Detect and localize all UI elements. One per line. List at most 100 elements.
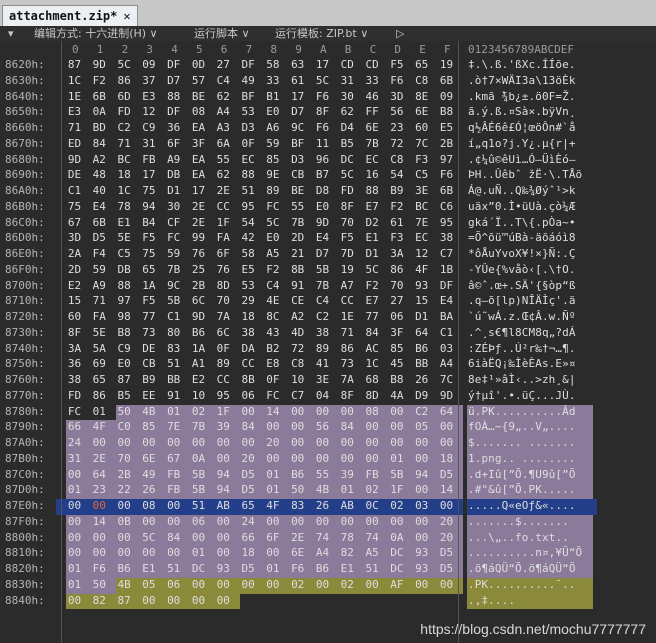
hex-byte[interactable]: E3 — [64, 105, 85, 118]
hex-byte[interactable]: 06 — [386, 310, 407, 323]
row-text[interactable]: .#"&û[”Õ.PK..... — [468, 483, 576, 496]
hex-byte[interactable]: 20 — [262, 436, 283, 449]
hex-byte[interactable]: CE — [287, 294, 308, 307]
hex-byte[interactable]: 10 — [287, 373, 308, 386]
hex-byte[interactable]: 2E — [213, 184, 234, 197]
hex-byte[interactable]: 31 — [337, 74, 358, 87]
hex-byte[interactable]: F2 — [386, 200, 407, 213]
hex-byte[interactable]: D7 — [287, 105, 308, 118]
hex-byte[interactable]: B9 — [386, 184, 407, 197]
hex-byte[interactable]: FB — [138, 153, 159, 166]
hex-byte[interactable]: B8 — [114, 326, 135, 339]
hex-byte[interactable]: D3 — [238, 121, 259, 134]
hex-byte[interactable]: 00 — [337, 515, 358, 528]
hex-byte[interactable]: 00 — [114, 531, 135, 544]
hex-byte[interactable]: 62 — [213, 90, 234, 103]
hex-byte[interactable]: 6E — [362, 121, 383, 134]
hex-byte[interactable]: 00 — [89, 499, 110, 512]
hex-byte[interactable]: BF — [287, 137, 308, 150]
hex-byte[interactable]: 49 — [238, 74, 259, 87]
hex-byte[interactable]: 00 — [163, 546, 184, 559]
hex-byte[interactable]: 8D — [213, 279, 234, 292]
hex-byte[interactable]: E1 — [138, 562, 159, 575]
hex-byte[interactable]: A4 — [436, 357, 457, 370]
hex-byte[interactable]: 95 — [436, 216, 457, 229]
hex-byte[interactable]: 95 — [213, 389, 234, 402]
hex-byte[interactable]: 58 — [238, 247, 259, 260]
hex-byte[interactable]: A3 — [213, 121, 234, 134]
hex-byte[interactable]: 0A — [386, 531, 407, 544]
row-text[interactable]: 1.png.. ........ — [468, 452, 576, 465]
hex-byte[interactable]: 61 — [287, 74, 308, 87]
hex-byte[interactable]: CB — [287, 168, 308, 181]
hex-byte[interactable]: 20 — [436, 515, 457, 528]
hex-byte[interactable]: E4 — [89, 200, 110, 213]
hex-byte[interactable]: F6 — [287, 562, 308, 575]
hex-byte[interactable]: 02 — [287, 578, 308, 591]
hex-byte[interactable]: F5 — [386, 58, 407, 71]
hex-byte[interactable]: 86 — [89, 389, 110, 402]
hex-byte[interactable]: 88 — [114, 279, 135, 292]
hex-byte[interactable]: 77 — [362, 310, 383, 323]
hex-byte[interactable]: 9C — [163, 279, 184, 292]
hex-byte[interactable]: EC — [362, 153, 383, 166]
hex-byte[interactable]: 00 — [312, 452, 333, 465]
hex-byte[interactable]: 00 — [287, 452, 308, 465]
hex-byte[interactable]: 01 — [386, 452, 407, 465]
hex-byte[interactable]: 00 — [312, 578, 333, 591]
hex-byte[interactable]: 8F — [312, 105, 333, 118]
row-text[interactable]: uäx”0.Ì•üUà.çò¼Æ — [468, 200, 576, 213]
hex-byte[interactable]: BC — [114, 153, 135, 166]
hex-byte[interactable]: 00 — [386, 420, 407, 433]
hex-byte[interactable]: 5B — [163, 294, 184, 307]
hex-byte[interactable]: 42 — [238, 231, 259, 244]
hex-byte[interactable]: 93 — [411, 546, 432, 559]
hex-byte[interactable]: 10 — [188, 389, 209, 402]
hex-byte[interactable]: 7B — [312, 279, 333, 292]
hex-byte[interactable]: 00 — [262, 515, 283, 528]
hex-byte[interactable]: 71 — [337, 326, 358, 339]
hex-byte[interactable]: 93 — [411, 279, 432, 292]
hex-byte[interactable]: 8D — [362, 389, 383, 402]
hex-byte[interactable]: 08 — [188, 105, 209, 118]
hex-byte[interactable]: A9 — [89, 279, 110, 292]
hex-byte[interactable]: 16 — [362, 168, 383, 181]
hex-byte[interactable]: FD — [114, 105, 135, 118]
hex-byte[interactable]: 83 — [287, 499, 308, 512]
hex-byte[interactable]: 3D — [386, 90, 407, 103]
hex-byte[interactable]: 82 — [89, 594, 110, 607]
hex-byte[interactable]: 1C — [64, 74, 85, 87]
hex-byte[interactable]: 00 — [337, 452, 358, 465]
hex-byte[interactable]: 7A — [337, 373, 358, 386]
hex-byte[interactable]: D5 — [436, 546, 457, 559]
hex-byte[interactable]: 31 — [138, 137, 159, 150]
hex-byte[interactable]: D5 — [436, 562, 457, 575]
hex-byte[interactable]: E7 — [362, 294, 383, 307]
hex-byte[interactable]: 14 — [262, 405, 283, 418]
hex-byte[interactable]: 14 — [436, 483, 457, 496]
hex-byte[interactable]: 00 — [312, 515, 333, 528]
hex-byte[interactable]: D1 — [163, 184, 184, 197]
hex-byte[interactable]: DF — [163, 105, 184, 118]
hex-byte[interactable]: 86 — [337, 342, 358, 355]
hex-byte[interactable]: DB — [114, 263, 135, 276]
hex-byte[interactable]: 0B — [114, 515, 135, 528]
hex-byte[interactable]: 08 — [362, 405, 383, 418]
hex-byte[interactable]: 6A — [213, 137, 234, 150]
hex-byte[interactable]: EC — [238, 153, 259, 166]
hex-byte[interactable]: 01 — [163, 405, 184, 418]
hex-byte[interactable]: 20 — [436, 531, 457, 544]
hex-byte[interactable]: 00 — [163, 515, 184, 528]
hex-byte[interactable]: 00 — [262, 420, 283, 433]
hex-byte[interactable]: 60 — [411, 121, 432, 134]
hex-byte[interactable]: 18 — [238, 310, 259, 323]
hex-byte[interactable]: BA — [436, 310, 457, 323]
row-text[interactable]: .......$....... — [468, 515, 576, 528]
hex-byte[interactable]: 46 — [362, 90, 383, 103]
hex-byte[interactable]: 00 — [138, 436, 159, 449]
hex-byte[interactable]: CC — [213, 373, 234, 386]
hex-byte[interactable]: AB — [337, 499, 358, 512]
hex-byte[interactable]: C7 — [436, 247, 457, 260]
hex-byte[interactable]: E8 — [262, 357, 283, 370]
row-text[interactable]: q½ÂÉ6ê£Ó¦œöÔn#`å — [468, 121, 576, 134]
